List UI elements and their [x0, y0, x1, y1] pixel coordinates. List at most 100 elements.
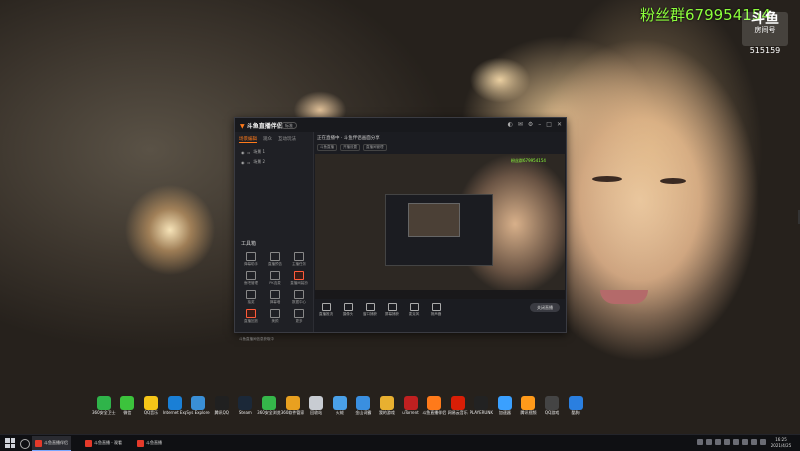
desktop-icon[interactable]: QQ游戏 [540, 396, 564, 415]
app-titlebar[interactable]: ▼ 斗鱼直播伴侣 标准 ◐ ✉ ⚙ – □ ✕ [235, 118, 566, 132]
desktop-icon[interactable]: 360安全卫士 [92, 396, 116, 415]
desktop-icon[interactable]: 腾讯QQ [210, 396, 234, 415]
desktop-icon[interactable]: 微信 [116, 396, 140, 415]
desktop-icon-image [545, 396, 560, 410]
tool-item[interactable]: 鱼吧管理 [239, 271, 263, 286]
lock-icon[interactable]: ▫ [248, 150, 251, 155]
taskbar-item[interactable]: 斗鱼直播 [134, 436, 165, 450]
desktop-icon-label: 微信 [123, 410, 132, 415]
tool-item[interactable]: 弹幕助手 [239, 252, 263, 267]
tool-label: PK连麦 [269, 281, 281, 285]
desktop-icon[interactable]: Sys Explorer [186, 396, 210, 415]
tool-item[interactable]: 直播间装扮 [287, 271, 311, 286]
stream-tag[interactable]: 直播间管理 [363, 144, 387, 151]
desktop-icon-image [191, 396, 206, 410]
control-item[interactable]: 窗口捕获 [359, 303, 381, 317]
start-button[interactable] [5, 438, 15, 448]
tray-icon[interactable] [733, 439, 739, 445]
desktop-icon-label: uTorrent [402, 410, 419, 415]
tool-item[interactable]: 直播回放 [239, 309, 263, 324]
eye-icon[interactable]: ◉ [241, 150, 245, 155]
tab-scene[interactable]: 场景编辑 [239, 136, 257, 143]
version-pill[interactable]: 标准 [281, 122, 297, 129]
skin-icon[interactable]: ◐ [508, 121, 513, 128]
desktop-icon[interactable]: uTorrent [399, 396, 423, 415]
taskbar-item[interactable]: 斗鱼直播伴侣 [32, 436, 71, 451]
stream-tag[interactable]: 斗鱼直播 [317, 144, 337, 151]
desktop-icon[interactable]: 我的游戏 [375, 396, 399, 415]
desktop-icon-image [427, 396, 442, 410]
control-item[interactable]: 摄像头 [337, 303, 359, 317]
tab-audience[interactable]: 观众 [263, 136, 272, 143]
tray-icon[interactable] [760, 439, 766, 445]
control-label: 窗口捕获 [363, 312, 377, 316]
desktop-icon-label: 加速器 [498, 410, 511, 415]
tool-label: 更多 [295, 319, 303, 323]
lock-icon[interactable]: ▫ [248, 160, 251, 165]
tool-icon [270, 309, 280, 318]
close-icon[interactable]: ✕ [557, 121, 562, 128]
tray-icon[interactable] [742, 439, 748, 445]
control-label: 屏幕捕获 [385, 312, 399, 316]
desktop-icon-label: 酷狗 [571, 410, 580, 415]
desktop-icon[interactable]: 网易云音乐 [446, 396, 470, 415]
minimize-icon[interactable]: – [538, 121, 541, 128]
control-item[interactable]: 直播推流 [315, 303, 337, 317]
tool-item[interactable]: 弹幕墙 [263, 290, 287, 305]
preview-fan-group: 粉丝群679954154 [511, 158, 546, 163]
desktop-icon-label: 金山词霸 [355, 410, 372, 415]
tool-item[interactable]: 直播预告 [263, 252, 287, 267]
scene-item[interactable]: ◉ ▫ 场景 1 [241, 149, 265, 155]
room-id: 515159 [749, 46, 781, 55]
desktop-icon[interactable]: QQ音乐 [139, 396, 163, 415]
desktop-icon[interactable]: 360软件管家 [281, 396, 304, 415]
desktop-icon[interactable]: 火绒 [328, 396, 352, 415]
desktop-icon[interactable]: 加速器 [493, 396, 517, 415]
tab-interaction[interactable]: 互动玩法 [278, 136, 296, 143]
desktop-icon-label: 斗鱼直播伴侣 [422, 410, 446, 415]
desktop-icon[interactable]: 腾讯视频 [517, 396, 541, 415]
tool-item[interactable]: 抽奖 [239, 290, 263, 305]
nested-preview-image [408, 203, 460, 237]
desktop-icon[interactable]: PLAYERUNKNOWN'S [470, 396, 493, 415]
tool-item[interactable]: 主播任务 [287, 252, 311, 267]
desktop-icon-image [309, 396, 324, 410]
control-item[interactable]: 麦克风 [403, 303, 425, 317]
stream-tag[interactable]: 开播设置 [340, 144, 360, 151]
tray-icon[interactable] [715, 439, 721, 445]
desktop-icon[interactable]: 回收站 [304, 396, 328, 415]
tool-item[interactable]: PK连麦 [263, 271, 287, 286]
tray-icon[interactable] [706, 439, 712, 445]
scene-item[interactable]: ◉ ▫ 场景 2 [241, 159, 265, 165]
desktop-icon[interactable]: 酷狗 [564, 396, 588, 415]
stream-preview[interactable]: 粉丝群679954154 [315, 154, 565, 299]
tray-icon[interactable] [751, 439, 757, 445]
tray-icon[interactable] [697, 439, 703, 445]
control-label: 麦克风 [408, 312, 420, 316]
tool-item[interactable]: 数据中心 [287, 290, 311, 305]
settings-icon[interactable]: ⚙ [528, 121, 533, 128]
control-item[interactable]: 屏幕捕获 [381, 303, 403, 317]
mail-icon[interactable]: ✉ [518, 121, 523, 128]
desktop-icon[interactable]: Internet Explorer [163, 396, 186, 415]
taskbar-item-label: 斗鱼直播伴侣 [44, 440, 68, 445]
desktop-icon[interactable]: 金山词霸 [352, 396, 376, 415]
taskbar-item[interactable]: 斗鱼直播 - 观看 [82, 436, 125, 450]
clock[interactable]: 16:25 2021/4/25 [768, 437, 794, 449]
tool-icon [246, 271, 256, 280]
desktop-icon[interactable]: 斗鱼直播伴侣 [422, 396, 446, 415]
desktop-icon[interactable]: 360安全浏览器 [257, 396, 281, 415]
search-icon[interactable] [20, 439, 30, 449]
window-icon [365, 303, 375, 311]
desktop-icon-label: 腾讯QQ [214, 410, 229, 415]
tool-item[interactable]: 更多 [287, 309, 311, 324]
tool-item[interactable]: 美颜 [263, 309, 287, 324]
desktop-icon-image [521, 396, 536, 410]
eye-icon[interactable]: ◉ [241, 160, 245, 165]
control-item[interactable]: 扬声器 [425, 303, 447, 317]
desktop-icon[interactable]: Steam [234, 396, 258, 415]
tray-icon[interactable] [724, 439, 730, 445]
stop-live-button[interactable]: 关闭直播 [530, 303, 560, 312]
sidebar-tabs: 场景编辑 观众 互动玩法 [239, 136, 296, 143]
maximize-icon[interactable]: □ [546, 121, 552, 128]
